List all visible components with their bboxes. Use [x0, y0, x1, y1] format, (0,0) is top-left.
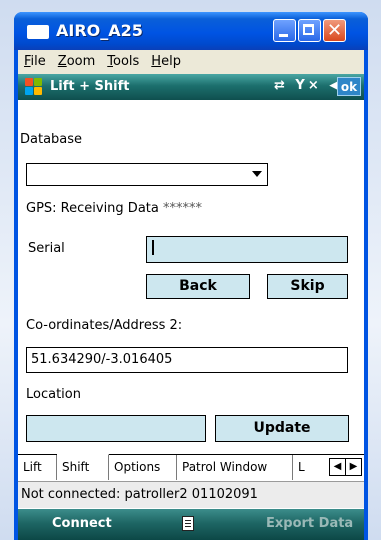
tab-truncated[interactable]: L [293, 455, 323, 480]
database-select[interactable] [26, 163, 268, 186]
close-button[interactable]: ✕ [323, 19, 346, 42]
tab-scroll-arrows: ◀ ▶ [329, 458, 362, 476]
menu-zoom[interactable]: Zoom [52, 50, 101, 69]
tab-scroll-left-icon[interactable]: ◀ [330, 459, 346, 475]
close-icon: ✕ [326, 20, 343, 41]
location-label: Location [26, 387, 81, 402]
minimize-icon [279, 34, 288, 37]
menu-file[interactable]: File [18, 50, 52, 69]
update-button[interactable]: Update [215, 415, 349, 442]
title-bar[interactable]: AIRO_A25 ✕ [14, 12, 368, 50]
coordinates-input[interactable]: 51.634290/-3.016405 [26, 347, 348, 373]
menu-bar: File Zoom Tools Help [18, 50, 364, 74]
gps-signal-stars: ****** [163, 201, 202, 216]
device-status-bar: Lift + Shift ⇄ Y× ◀( ok [18, 74, 364, 100]
connection-status: Not connected: patroller2 01102091 [18, 481, 364, 508]
gps-status: GPS: Receiving Data ****** [26, 201, 202, 216]
keyboard-icon[interactable] [182, 516, 194, 531]
ok-button[interactable]: ok [337, 77, 361, 96]
device-app-title: Lift + Shift [50, 79, 130, 94]
device-screen: Lift + Shift ⇄ Y× ◀( ok Database GPS: Re… [18, 74, 364, 540]
back-button[interactable]: Back [146, 274, 250, 299]
tab-patrol-window[interactable]: Patrol Window [177, 455, 293, 480]
connect-softkey[interactable]: Connect [52, 516, 112, 531]
tab-options[interactable]: Options [109, 455, 177, 480]
export-data-softkey[interactable]: Export Data [266, 516, 353, 531]
serial-label: Serial [28, 241, 65, 256]
app-window: AIRO_A25 ✕ File Zoom Tools Help Lift + Shif… [14, 12, 368, 540]
windows-start-icon[interactable] [25, 78, 43, 96]
text-caret [152, 240, 154, 255]
location-input[interactable] [26, 415, 206, 442]
window-title: AIRO_A25 [56, 21, 143, 40]
gps-status-text: GPS: Receiving Data [26, 201, 159, 216]
coordinates-label: Co-ordinates/Address 2: [26, 318, 183, 333]
tab-scroll-right-icon[interactable]: ▶ [346, 459, 361, 475]
maximize-button[interactable] [298, 19, 321, 42]
skip-button[interactable]: Skip [267, 274, 348, 299]
tab-lift[interactable]: Lift [18, 455, 57, 480]
tab-bar: Lift Shift Options Patrol Window L ◀ ▶ [18, 454, 364, 481]
dropdown-arrow-icon [252, 171, 262, 177]
menu-tools[interactable]: Tools [101, 50, 145, 69]
minimize-button[interactable] [273, 19, 296, 42]
maximize-icon [303, 24, 314, 35]
menu-help[interactable]: Help [145, 50, 187, 69]
tab-shift[interactable]: Shift [57, 454, 109, 480]
serial-input[interactable] [146, 236, 348, 263]
app-window-icon [27, 25, 49, 39]
database-label: Database [20, 132, 83, 147]
softkey-bar: Connect Export Data [18, 509, 364, 540]
